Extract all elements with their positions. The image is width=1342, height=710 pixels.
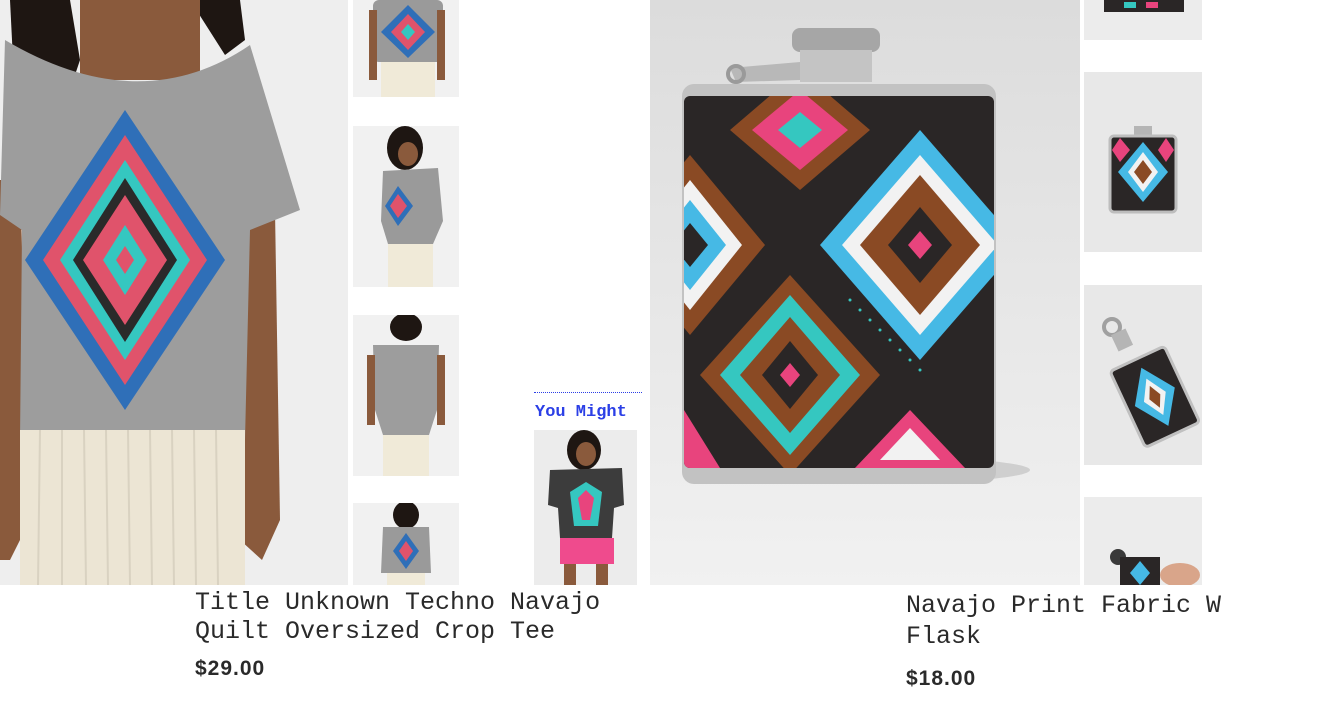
tee-thumbnail-1-illustration	[353, 0, 459, 97]
flask-thumbnail-4[interactable]	[1084, 497, 1202, 585]
flask-main-illustration	[650, 0, 1080, 585]
product-2-title-line-1[interactable]: Navajo Print Fabric W	[906, 591, 1221, 621]
tee-thumbnail-3[interactable]	[353, 315, 459, 476]
flask-thumbnail-2-illustration	[1084, 72, 1202, 252]
tee-thumbnail-2-illustration	[353, 126, 459, 287]
flask-thumbnail-1-illustration	[1084, 0, 1202, 40]
flask-thumbnail-4-illustration	[1084, 497, 1202, 585]
recommendations-divider	[534, 392, 642, 393]
flask-thumbnail-3[interactable]	[1084, 285, 1202, 465]
flask-thumbnail-3-illustration	[1084, 285, 1202, 465]
recommended-product-illustration	[534, 430, 637, 585]
recommended-product-tee[interactable]	[534, 430, 637, 585]
product-1-title-line-2[interactable]: Quilt Oversized Crop Tee	[195, 617, 555, 647]
flask-thumbnail-2[interactable]	[1084, 72, 1202, 252]
tee-main-illustration	[0, 0, 348, 585]
tee-main-photo[interactable]	[0, 0, 348, 585]
flask-main-photo[interactable]	[650, 0, 1080, 585]
tee-thumbnail-2[interactable]	[353, 126, 459, 287]
product-1-title-line-1[interactable]: Title Unknown Techno Navajo	[195, 588, 600, 618]
recommendations-heading: You Might	[535, 403, 627, 422]
tee-thumbnail-4-illustration	[353, 503, 459, 585]
tee-thumbnail-3-illustration	[353, 315, 459, 476]
tee-thumbnail-1[interactable]	[353, 0, 459, 97]
flask-thumbnail-1[interactable]	[1084, 0, 1202, 40]
product-1-price: $29.00	[195, 657, 266, 680]
tee-thumbnail-4[interactable]	[353, 503, 459, 585]
product-2-title-line-2[interactable]: Flask	[906, 622, 981, 652]
product-2-price: $18.00	[906, 667, 977, 690]
